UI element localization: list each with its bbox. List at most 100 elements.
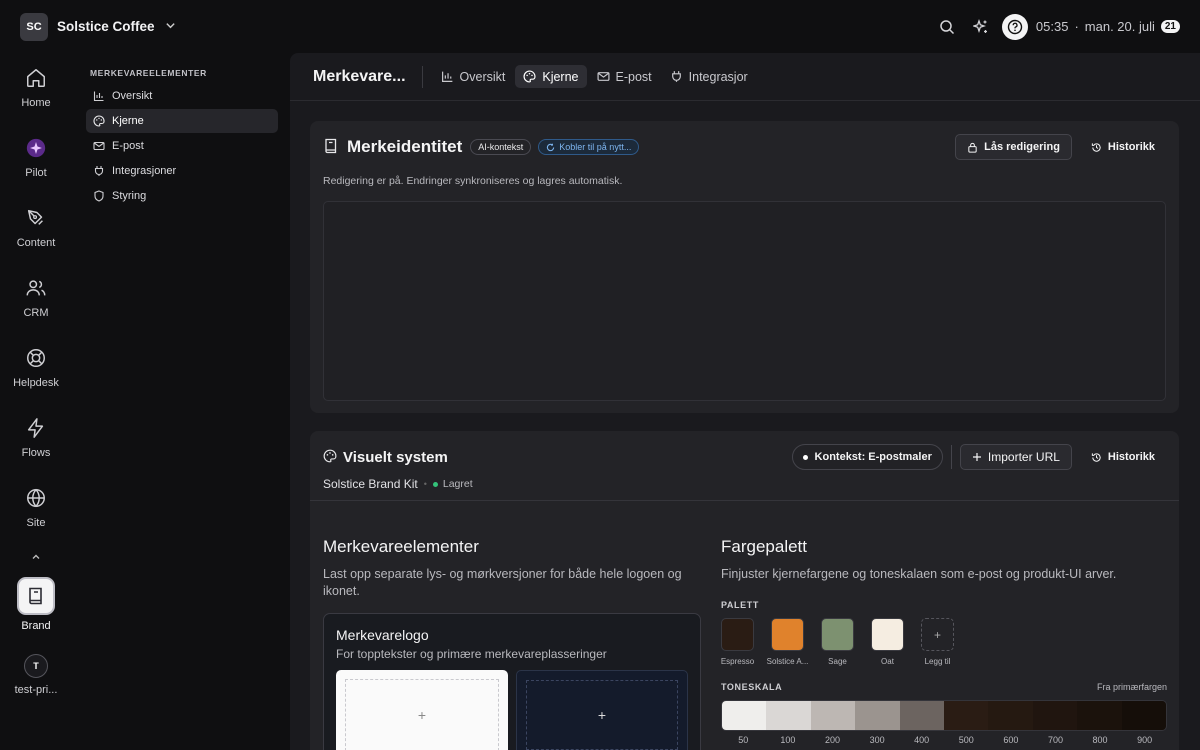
logo-upload-dark[interactable]: + [516, 670, 688, 750]
user-menu[interactable]: T test-pri... [15, 654, 57, 696]
clock-date: man. 20. juli [1084, 19, 1155, 34]
logo-subtitle: For topptekster og primære merkevareplas… [336, 647, 607, 661]
rail-label: Flows [21, 447, 51, 459]
app-rail: Home Pilot Content CRM Helpdesk Flows Si… [0, 53, 72, 750]
identity-editor[interactable] [323, 201, 1166, 401]
tone-step[interactable] [988, 701, 1033, 730]
history-button[interactable]: Historikk [1080, 134, 1166, 160]
tab-label: Kjerne [542, 69, 579, 84]
workspace-name[interactable]: Solstice Coffee [57, 19, 155, 34]
tab-bar: Merkevare... Oversikt Kjerne E-post Inte… [290, 53, 1200, 101]
divider [950, 445, 952, 469]
rail-item-flows[interactable]: Flows [0, 403, 72, 473]
divider [421, 65, 423, 88]
rail-item-home[interactable]: Home [0, 53, 72, 123]
rail-item-crm[interactable]: CRM [0, 263, 72, 333]
rail-item-content[interactable]: Content [0, 193, 72, 263]
refresh-icon [547, 143, 555, 151]
tone-step[interactable] [855, 701, 900, 730]
subnav-item-epost[interactable]: E-post [86, 134, 278, 158]
swatch-item[interactable]: Sage [821, 618, 854, 666]
chevron-down-icon[interactable] [165, 20, 176, 34]
context-button-label: Kontekst: E-postmaler [814, 451, 932, 463]
visual-system-card: Visuelt system Kontekst: E-postmaler Imp… [310, 431, 1179, 750]
swatch-color[interactable] [721, 618, 754, 651]
help-icon[interactable] [1001, 13, 1028, 40]
tone-step[interactable] [1121, 701, 1166, 730]
rail-item-brand[interactable]: Brand [17, 577, 55, 632]
tone-step[interactable] [766, 701, 811, 730]
history-button[interactable]: Historikk [1080, 444, 1166, 470]
subnav-item-oversikt[interactable]: Oversikt [86, 84, 278, 108]
swatch-color[interactable] [821, 618, 854, 651]
tone-step[interactable] [1077, 701, 1122, 730]
subnav-item-integrasjoner[interactable]: Integrasjoner [86, 159, 278, 183]
workspace-avatar[interactable]: SC [20, 12, 48, 41]
tab-kjerne[interactable]: Kjerne [515, 65, 587, 88]
swatch-item[interactable]: Solstice A... [767, 618, 808, 666]
lock-editing-button[interactable]: Lås redigering [955, 134, 1072, 160]
sparkle-icon[interactable] [964, 10, 998, 44]
tone-step[interactable] [810, 701, 856, 730]
swatch-item[interactable]: Espresso [721, 618, 754, 666]
saved-dot [432, 481, 438, 487]
brand-kit-name[interactable]: Solstice Brand Kit [323, 477, 418, 491]
tone-step[interactable] [722, 701, 767, 730]
tab-oversikt[interactable]: Oversikt [433, 65, 514, 88]
history-button-label: Historikk [1107, 451, 1155, 463]
swatch-list: Espresso Solstice A... Sage Oat + Legg til [721, 618, 1167, 666]
palette-icon [93, 115, 105, 127]
color-palette-section: Fargepalett Finjuster kjernefargene og t… [721, 537, 1167, 745]
rail-label: Home [21, 97, 51, 109]
identity-card: Merkeidentitet AI-kontekst Kobler til på… [310, 121, 1179, 413]
tab-epost[interactable]: E-post [589, 65, 660, 88]
divider [310, 500, 1179, 501]
tone-step-label: 50 [738, 735, 749, 745]
pilot-icon [26, 138, 46, 158]
rail-item-site[interactable]: Site [0, 473, 72, 543]
plus-icon: + [417, 707, 427, 723]
tone-scale-labels: 50 100 200 300 400 500 600 700 800 900 [721, 735, 1167, 745]
swatch-name: Sage [828, 657, 847, 666]
subnav-item-kjerne[interactable]: Kjerne [86, 109, 278, 133]
tone-step[interactable] [1032, 701, 1078, 730]
add-swatch-button[interactable]: + Legg til [921, 618, 954, 666]
saved-status: Lagret [432, 478, 473, 490]
import-url-button[interactable]: Importer URL [959, 444, 1072, 470]
top-bar: SC Solstice Coffee 05:35 · man. 20. juli… [0, 0, 1200, 53]
context-email-templates-button[interactable]: Kontekst: E-postmaler [791, 444, 943, 470]
collapse-chevron-up-icon[interactable] [31, 543, 41, 571]
palette-icon [323, 449, 337, 466]
rail-label: Site [26, 517, 46, 529]
edit-status-note: Redigering er på. Endringer synkronisere… [323, 175, 623, 187]
tab-integrasjoner[interactable]: Integrasjor [662, 65, 756, 88]
swatch-name: Oat [881, 657, 894, 666]
globe-icon [27, 488, 45, 508]
clock-time: 05:35 [1035, 19, 1069, 34]
logo-title: Merkevarelogo [336, 627, 429, 643]
book-icon [323, 138, 339, 157]
tone-step[interactable] [899, 701, 945, 730]
swatch-color[interactable] [771, 618, 804, 651]
palette-icon [523, 70, 536, 83]
swatch-color[interactable] [871, 618, 904, 651]
add-swatch-label: Legg til [924, 657, 951, 666]
clock-separator: · [1074, 19, 1079, 34]
users-icon [26, 280, 46, 296]
rail-item-pilot[interactable]: Pilot [0, 123, 72, 193]
clock: 05:35 · man. 20. juli 21 [1036, 19, 1180, 34]
history-icon [1091, 452, 1101, 462]
subnav-item-styring[interactable]: Styring [86, 184, 278, 208]
logo-upload-light[interactable]: + [336, 670, 508, 750]
swatch-item[interactable]: Oat [871, 618, 904, 666]
brand-elements-section: Merkevareelementer Last opp separate lys… [323, 537, 701, 750]
tone-step[interactable] [944, 701, 989, 730]
shield-icon [94, 190, 104, 202]
main-panel: Merkevare... Oversikt Kjerne E-post Inte… [290, 53, 1200, 750]
brand-kit-row: Solstice Brand Kit • Lagret [310, 477, 1179, 491]
brand-book-icon [17, 577, 55, 615]
search-icon[interactable] [930, 10, 964, 44]
plus-icon: + [597, 707, 607, 723]
brand-logo-card: Merkevarelogo For topptekster og primære… [323, 613, 701, 750]
rail-item-helpdesk[interactable]: Helpdesk [0, 333, 72, 403]
